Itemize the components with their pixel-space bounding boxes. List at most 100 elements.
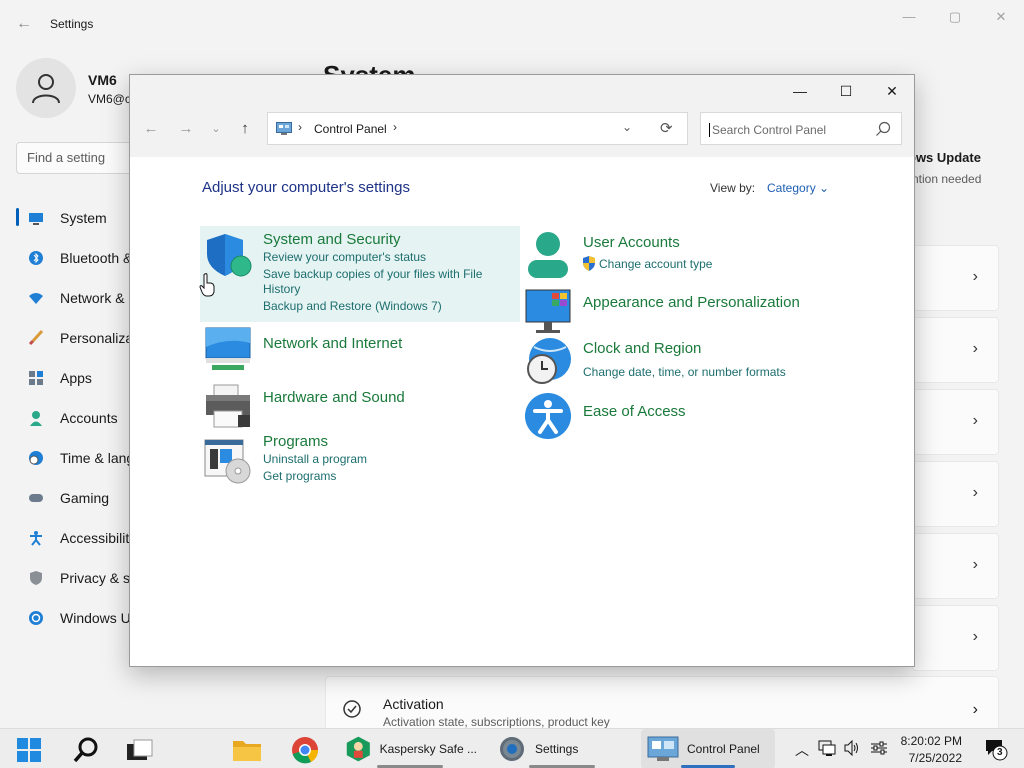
minimize-button[interactable]: — bbox=[896, 8, 922, 26]
breadcrumb-control-panel[interactable]: Control Panel bbox=[314, 122, 387, 136]
category-title[interactable]: Clock and Region bbox=[583, 340, 701, 357]
task-view-button[interactable] bbox=[125, 735, 155, 765]
category-hardware-and-sound[interactable]: Hardware and Sound bbox=[200, 381, 520, 431]
settings-card[interactable]: › bbox=[912, 533, 999, 599]
category-title[interactable]: Hardware and Sound bbox=[263, 389, 405, 406]
category-title[interactable]: Programs bbox=[263, 433, 328, 450]
sidebar-item-accounts[interactable]: Accounts bbox=[16, 398, 136, 438]
windows-update-title[interactable]: ows Update bbox=[908, 150, 981, 165]
link-uninstall-program[interactable]: Uninstall a program bbox=[263, 452, 367, 467]
taskbar-app-label: Settings bbox=[535, 742, 579, 756]
settings-card[interactable]: › bbox=[912, 317, 999, 383]
category-title[interactable]: Network and Internet bbox=[263, 335, 402, 352]
category-title[interactable]: Ease of Access bbox=[583, 403, 686, 420]
link-change-account-type[interactable]: Change account type bbox=[599, 257, 712, 272]
up-button[interactable]: ↑ bbox=[233, 119, 257, 139]
back-arrow-icon[interactable]: ← bbox=[14, 14, 34, 34]
category-system-and-security[interactable]: System and Security Review your computer… bbox=[200, 226, 520, 322]
network-globe-icon bbox=[205, 327, 251, 370]
search-button[interactable] bbox=[71, 735, 101, 765]
sidebar-item-gaming[interactable]: Gaming bbox=[16, 478, 136, 518]
sidebar-item-personalization[interactable]: Personaliza bbox=[16, 318, 136, 358]
category-user-accounts[interactable]: User Accounts Change account type bbox=[524, 226, 844, 282]
chevron-right-icon: › bbox=[972, 268, 978, 285]
sidebar-item-label: System bbox=[60, 210, 107, 226]
chrome-icon bbox=[292, 737, 319, 764]
link-change-date-time[interactable]: Change date, time, or number formats bbox=[583, 365, 786, 380]
sidebar-item-label: Bluetooth & bbox=[60, 250, 133, 266]
settings-card[interactable]: › bbox=[912, 245, 999, 311]
chevron-right-icon: › bbox=[972, 484, 978, 501]
sidebar-item-bluetooth[interactable]: Bluetooth & bbox=[16, 238, 136, 278]
sidebar-item-label: Time & lang bbox=[60, 450, 135, 466]
volume-icon[interactable] bbox=[843, 740, 861, 756]
show-hidden-icons-chevron-icon[interactable]: ︿ bbox=[795, 740, 809, 760]
taskbar-app-kaspersky[interactable]: Kaspersky Safe ... bbox=[343, 729, 477, 768]
sidebar-item-windows-update[interactable]: Windows U bbox=[16, 598, 136, 638]
search-icon[interactable] bbox=[875, 121, 891, 137]
sidebar-item-system[interactable]: System bbox=[16, 198, 136, 238]
chevron-right-icon: › bbox=[972, 412, 978, 429]
sidebar-item-label: Accessibility bbox=[60, 530, 136, 546]
category-title[interactable]: System and Security bbox=[263, 231, 401, 248]
uac-shield-icon bbox=[583, 256, 595, 271]
back-button[interactable]: ← bbox=[139, 119, 163, 139]
sidebar-item-time-language[interactable]: Time & lang bbox=[16, 438, 136, 478]
sidebar-item-network[interactable]: Network & bbox=[16, 278, 136, 318]
settings-sliders-icon[interactable] bbox=[870, 740, 888, 756]
link-get-programs[interactable]: Get programs bbox=[263, 469, 336, 484]
avatar[interactable] bbox=[16, 58, 76, 118]
link-backup-restore[interactable]: Backup and Restore (Windows 7) bbox=[263, 299, 442, 314]
sidebar-item-label: Privacy & se bbox=[60, 570, 136, 586]
link-file-history[interactable]: Save backup copies of your files with Fi… bbox=[263, 267, 503, 297]
maximize-button[interactable]: ▢ bbox=[942, 8, 968, 26]
category-ease-of-access[interactable]: Ease of Access bbox=[524, 391, 844, 441]
category-appearance-personalization[interactable]: Appearance and Personalization bbox=[524, 285, 844, 335]
view-by-dropdown[interactable]: Category ⌄ bbox=[767, 181, 829, 195]
sidebar-item-label: Personaliza bbox=[60, 330, 134, 346]
close-button[interactable]: ✕ bbox=[869, 79, 915, 103]
settings-card[interactable]: › bbox=[912, 389, 999, 455]
forward-button[interactable]: → bbox=[174, 119, 198, 139]
link-review-status[interactable]: Review your computer's status bbox=[263, 250, 426, 265]
category-programs[interactable]: Programs Uninstall a program Get program… bbox=[200, 431, 520, 491]
minimize-button[interactable]: — bbox=[777, 79, 823, 103]
sidebar-item-accessibility[interactable]: Accessibility bbox=[16, 518, 136, 558]
sidebar-item-label: Apps bbox=[60, 370, 92, 386]
address-bar[interactable]: › Control Panel › ⌄ ⟳ bbox=[267, 112, 688, 145]
address-dropdown-button[interactable]: ⌄ bbox=[622, 120, 632, 134]
close-button[interactable]: ✕ bbox=[988, 8, 1014, 26]
taskbar-app-settings[interactable]: Settings bbox=[495, 729, 629, 768]
category-clock-and-region[interactable]: Clock and Region Change date, time, or n… bbox=[524, 337, 844, 389]
refresh-icon[interactable]: ⟳ bbox=[660, 119, 673, 137]
search-input[interactable]: Search Control Panel bbox=[700, 112, 902, 145]
breadcrumb-separator[interactable]: › bbox=[393, 120, 397, 134]
control-panel-icon bbox=[647, 736, 679, 761]
recent-locations-button[interactable]: ⌄ bbox=[204, 119, 228, 139]
ease-of-access-icon bbox=[525, 393, 571, 439]
settings-card[interactable]: › bbox=[912, 605, 999, 671]
sidebar-item-label: Windows U bbox=[60, 610, 131, 626]
activation-card[interactable]: Activation Activation state, subscriptio… bbox=[325, 676, 999, 736]
sidebar-item-apps[interactable]: Apps bbox=[16, 358, 136, 398]
network-status-icon[interactable] bbox=[818, 740, 836, 756]
settings-titlebar: ← Settings — ▢ ✕ bbox=[0, 0, 1024, 48]
sidebar-item-privacy[interactable]: Privacy & se bbox=[16, 558, 136, 598]
clock[interactable]: 8:20:02 PM 7/25/2022 bbox=[900, 734, 962, 765]
maximize-button[interactable]: ☐ bbox=[823, 79, 869, 103]
chrome-button[interactable] bbox=[290, 735, 320, 765]
notification-center-button[interactable]: 3 bbox=[984, 737, 1008, 761]
category-title[interactable]: Appearance and Personalization bbox=[583, 294, 800, 311]
notification-count: 3 bbox=[997, 747, 1003, 758]
settings-card[interactable]: › bbox=[912, 461, 999, 527]
category-title[interactable]: User Accounts bbox=[583, 234, 680, 251]
file-explorer-button[interactable] bbox=[232, 735, 262, 765]
start-button[interactable] bbox=[14, 735, 44, 765]
settings-search-input[interactable]: Find a setting bbox=[16, 142, 136, 174]
category-network-and-internet[interactable]: Network and Internet bbox=[200, 325, 520, 375]
person-icon bbox=[32, 74, 60, 104]
sidebar-item-label: Network & bbox=[60, 290, 125, 306]
taskbar-app-control-panel[interactable]: Control Panel bbox=[641, 729, 775, 768]
profile-email: VM6@c bbox=[88, 92, 131, 106]
hand-cursor-icon bbox=[199, 273, 215, 297]
